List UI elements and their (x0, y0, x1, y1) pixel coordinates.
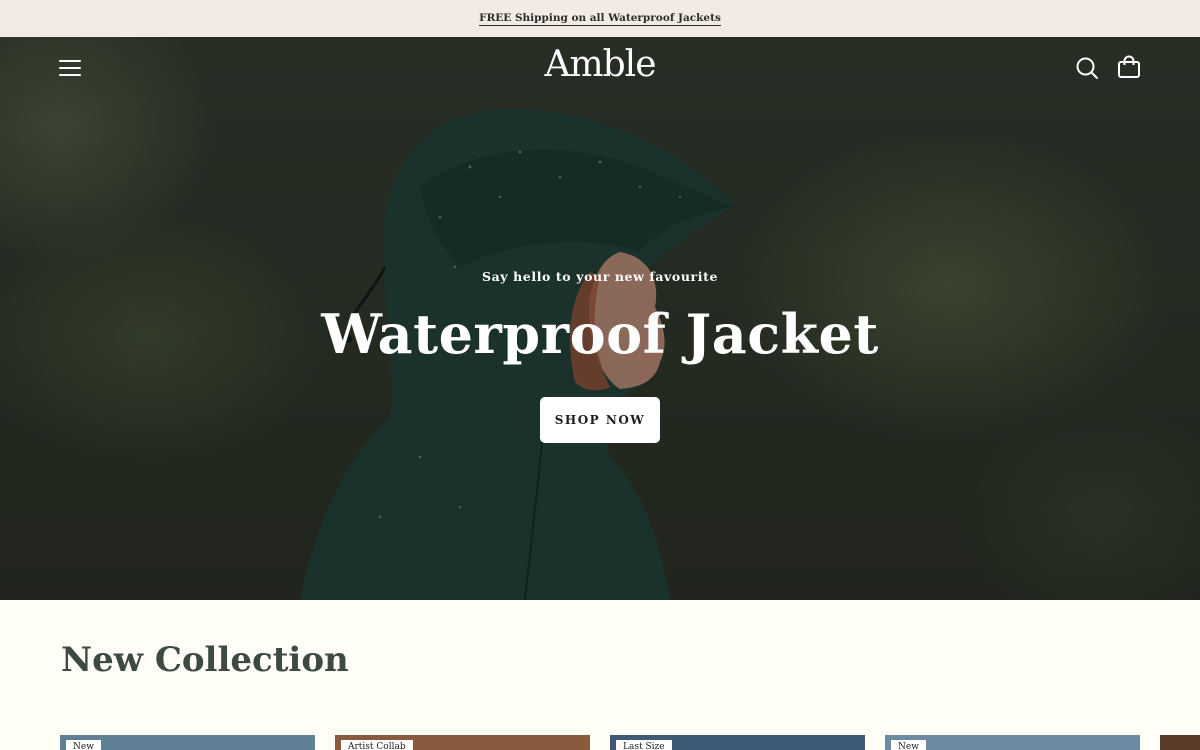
product-badge: New (891, 740, 926, 750)
announcement-link[interactable]: FREE Shipping on all Waterproof Jackets (479, 12, 721, 26)
product-card[interactable]: New (885, 735, 1140, 750)
hero-subtitle: Say hello to your new favourite (481, 269, 719, 284)
announcement-bar: FREE Shipping on all Waterproof Jackets (0, 0, 1200, 37)
product-card[interactable]: Last Size (610, 735, 865, 750)
product-badge: New (66, 740, 101, 750)
section-title: New Collection (61, 640, 349, 680)
product-card[interactable] (1160, 735, 1200, 750)
product-card[interactable]: Artist Collab (335, 735, 590, 750)
shop-now-button[interactable]: SHOP NOW (540, 397, 660, 443)
search-icon[interactable] (1075, 56, 1099, 80)
product-badge: Artist Collab (341, 740, 413, 750)
shopping-bag-icon[interactable] (1117, 55, 1141, 79)
hero-title: Waterproof Jacket (321, 302, 879, 366)
product-grid: New Artist Collab Last Size New (60, 735, 1200, 750)
product-badge: Last Size (616, 740, 672, 750)
product-card[interactable]: New (60, 735, 315, 750)
menu-icon[interactable] (59, 58, 81, 76)
